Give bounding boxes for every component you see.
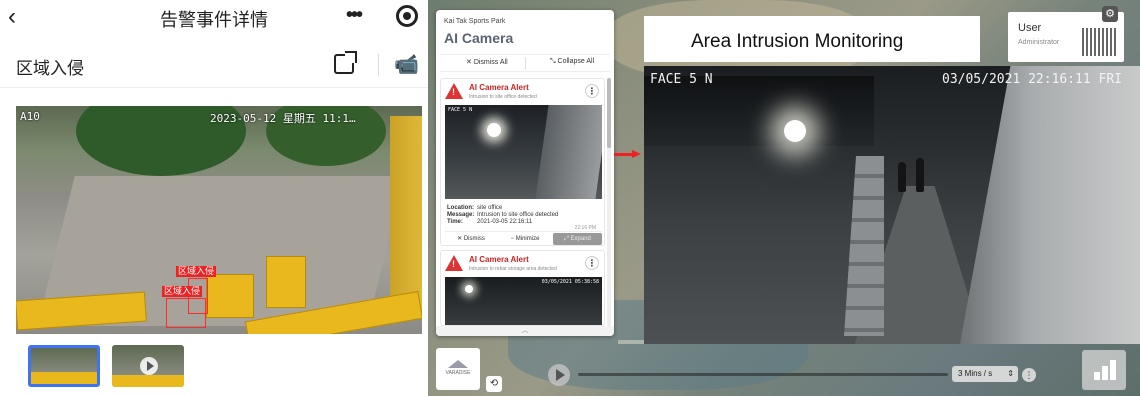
close-miniprogram-icon[interactable] <box>396 5 418 27</box>
floodlight <box>487 123 501 137</box>
playback-play-button[interactable] <box>548 364 570 386</box>
header-divider <box>378 54 379 76</box>
playback-speed-select[interactable]: 3 Mins / s ⇕ <box>952 366 1018 382</box>
message-label: Message: <box>447 212 475 218</box>
playback-timeline[interactable] <box>578 373 948 376</box>
expand-button[interactable]: ⤢ Expand <box>553 233 602 245</box>
intruder <box>916 158 924 192</box>
close-icon: ✕ <box>466 59 474 66</box>
camera-timestamp: 03/05/2021 22:16:11 FRI <box>942 72 1123 87</box>
more-vertical-icon[interactable]: ⋮ <box>585 256 599 270</box>
more-icon[interactable]: ⋮ <box>1022 368 1036 382</box>
red-arrow-icon <box>614 150 644 158</box>
playback-speed-value: 3 Mins / s <box>958 369 993 378</box>
reset-view-icon[interactable]: ⟲ <box>486 376 502 392</box>
bar <box>1102 366 1108 380</box>
snapshot-thumbnail[interactable] <box>28 345 100 387</box>
alert-details: Location: site office Message: Intrusion t… <box>447 205 558 226</box>
panel-scrollbar[interactable] <box>607 78 611 328</box>
snapshot-channel: A10 <box>20 110 40 123</box>
panel-title: AI Camera <box>444 30 514 46</box>
alarm-snapshot[interactable]: A10 2023-05-12 星期五 11:1… 区域入侵 区域入侵 <box>16 106 422 334</box>
alert-snapshot-osd: FACE 5 N <box>448 107 473 113</box>
logo-text: VARADISE <box>445 370 471 376</box>
alert-subtitle: Intrusion to site office detected <box>469 94 537 100</box>
yellow-barrier <box>266 256 306 308</box>
thumb-barrier <box>112 375 184 387</box>
alert-snapshot[interactable]: 03/05/2021 05:38:58 <box>445 277 602 325</box>
alert-title: AI Camera Alert <box>469 255 529 264</box>
user-role: Administrator <box>1018 39 1060 46</box>
alert-time: 2021-03-05 22:16:11 <box>477 219 533 225</box>
collapse-icon: ⤡ <box>550 58 558 65</box>
event-type: 区域入侵 <box>16 59 84 78</box>
chevron-updown-icon: ⇕ <box>1007 369 1014 378</box>
bar <box>1110 360 1116 380</box>
warning-icon <box>445 83 463 99</box>
intruder <box>898 162 906 192</box>
yellow-hoarding <box>390 116 422 316</box>
bar-chart-icon[interactable] <box>1082 350 1126 390</box>
more-vertical-icon[interactable]: ⋮ <box>585 84 599 98</box>
alert-panel: Kai Tak Sports Park AI Camera ✕ Dismiss … <box>436 10 614 336</box>
bar <box>1094 372 1100 380</box>
warning-icon <box>445 255 463 271</box>
mobile-alarm-detail: ‹ 告警事件详情 ••• 区域入侵 📹 A10 2023-05-12 星期五 1… <box>0 0 428 396</box>
alert-snapshot[interactable]: FACE 5 N <box>445 105 602 199</box>
brand-logo: VARADISE <box>436 348 480 390</box>
yellow-barrier <box>206 274 254 318</box>
camera-icon[interactable]: 📹 <box>394 52 424 78</box>
site-buildings <box>960 66 1140 344</box>
snapshot-timestamp: 2023-05-12 星期五 11:1… <box>210 112 356 125</box>
monitor-title: Area Intrusion Monitoring <box>691 31 904 52</box>
mobile-nav-bar: ‹ 告警事件详情 ••• <box>0 0 428 36</box>
snapshot-osd: A10 2023-05-12 星期五 11:1… <box>20 110 356 125</box>
panel-actions: ✕ Dismiss All ⤡ Collapse All <box>440 54 610 72</box>
share-icon[interactable] <box>334 51 357 74</box>
alert-subtitle: Intrusion to rebar storage area detected <box>469 266 557 272</box>
screenshot-root: ‹ 告警事件详情 ••• 区域入侵 📹 A10 2023-05-12 星期五 1… <box>0 0 1140 396</box>
alert-message: Intrusion to site office detected <box>477 212 559 218</box>
qr-code-icon <box>1082 28 1118 56</box>
equipment-units <box>844 156 884 336</box>
detection-box <box>166 298 206 328</box>
alert-card[interactable]: AI Camera Alert Intrusion to site office… <box>440 78 605 246</box>
alert-card[interactable]: AI Camera Alert Intrusion to rebar stora… <box>440 250 605 326</box>
collapse-panel-chevron-icon[interactable]: ︿ <box>436 326 614 336</box>
alert-buttons: ✕ Dismiss − Minimize ⤢ Expand <box>445 231 602 245</box>
collapse-all-button[interactable]: ⤡ Collapse All <box>550 58 594 66</box>
play-icon[interactable] <box>140 357 158 375</box>
video-thumbnail[interactable] <box>112 345 184 387</box>
location-label: Location: <box>447 205 474 211</box>
close-icon: ✕ <box>457 236 464 242</box>
settings-icon[interactable]: ⚙ <box>1102 6 1118 22</box>
dismiss-all-button[interactable]: ✕ Dismiss All <box>466 58 508 66</box>
camera-channel: FACE 5 N <box>650 72 713 87</box>
event-header: 区域入侵 📹 <box>0 44 428 88</box>
camera-feed[interactable]: FACE 5 N 03/05/2021 22:16:11 FRI <box>644 66 1140 344</box>
web-dashboard: Kai Tak Sports Park AI Camera ✕ Dismiss … <box>428 0 1140 396</box>
building <box>535 105 602 199</box>
site-name: Kai Tak Sports Park <box>444 18 506 25</box>
time-label: Time: <box>447 219 463 225</box>
user-name: User <box>1018 22 1042 34</box>
monitor-header: Area Intrusion Monitoring <box>644 16 980 62</box>
minimize-button[interactable]: − Minimize <box>499 233 551 245</box>
floodlight <box>784 120 806 142</box>
thumb-barrier <box>31 372 97 384</box>
floodlight <box>465 285 473 293</box>
dismiss-button[interactable]: ✕ Dismiss <box>445 233 497 245</box>
detection-label: 区域入侵 <box>162 286 203 297</box>
alert-location: site office <box>477 205 503 211</box>
alert-title: AI Camera Alert <box>469 83 529 92</box>
alert-snapshot-osd: 03/05/2021 05:38:58 <box>541 279 599 285</box>
more-icon[interactable]: ••• <box>346 4 378 28</box>
detection-label: 区域入侵 <box>176 266 217 277</box>
logo-mountain-icon <box>448 360 468 368</box>
actions-divider <box>525 57 526 70</box>
